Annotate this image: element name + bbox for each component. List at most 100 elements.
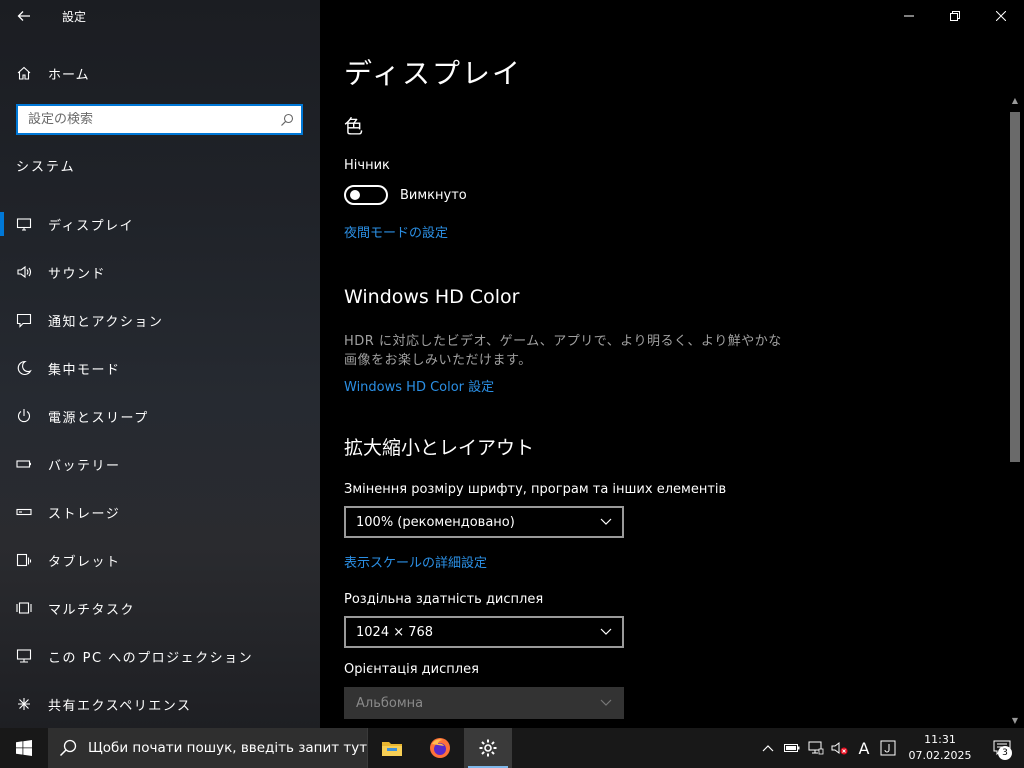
sidebar-item-storage[interactable]: ストレージ <box>0 488 320 536</box>
home-link[interactable]: ホーム <box>0 56 320 90</box>
hd-desc-line1: HDR に対応したビデオ、ゲーム、アプリで、より明るく、より鮮やかな <box>344 334 782 349</box>
taskbar-search-placeholder: Щоби почати пошук, введіть запит тут <box>87 740 367 756</box>
sidebar-item-label: ディスプレイ <box>48 218 135 234</box>
scale-layout-heading: 拡大縮小とレイアウト <box>344 437 535 459</box>
projection-icon <box>0 648 48 664</box>
moon-icon <box>0 360 48 376</box>
sidebar-item-projection[interactable]: この PC へのプロジェクション <box>0 632 320 680</box>
night-light-settings-link[interactable]: 夜間モードの設定 <box>344 222 448 241</box>
multitask-icon <box>0 600 48 616</box>
orientation-value: Альбомна <box>356 695 424 711</box>
system-tray: A 11:31 07.02.2025 3 <box>756 728 1024 768</box>
file-explorer-icon <box>382 742 402 756</box>
scroll-thumb[interactable] <box>1010 112 1020 462</box>
power-icon <box>0 408 48 424</box>
section-title: システム <box>16 160 76 175</box>
firefox-icon <box>430 738 450 758</box>
scrollbar[interactable]: ▲ ▼ <box>1008 96 1020 728</box>
taskbar-search[interactable]: Щоби почати пошук, введіть запит тут <box>48 728 368 768</box>
chevron-down-icon <box>600 628 612 635</box>
sidebar-item-label: ストレージ <box>48 506 121 522</box>
scale-value: 100% (рекомендовано) <box>356 514 515 530</box>
battery-icon[interactable] <box>780 728 804 768</box>
clock-date: 07.02.2025 <box>908 749 972 762</box>
sidebar-item-label: バッテリー <box>48 458 121 474</box>
toggle-knob <box>350 190 360 200</box>
orientation-dropdown: Альбомна <box>344 687 624 719</box>
restore-button[interactable] <box>932 0 978 32</box>
action-center-button[interactable]: 3 <box>980 728 1024 768</box>
close-icon <box>996 11 1006 21</box>
clock[interactable]: 11:31 07.02.2025 <box>900 732 980 764</box>
orientation-label: Орієнтація дисплея <box>344 662 479 677</box>
clock-time: 11:31 <box>924 733 956 746</box>
home-icon <box>0 65 48 81</box>
network-icon[interactable] <box>804 728 828 768</box>
scroll-down-icon[interactable]: ▼ <box>1008 716 1022 728</box>
sidebar: 設定 ホーム システム ディスプレイ サウンド <box>0 0 320 728</box>
hd-color-settings-link[interactable]: Windows HD Color 設定 <box>344 376 494 395</box>
speaker-icon <box>0 264 48 280</box>
sidebar-item-shared-experiences[interactable]: 共有エクスペリエンス <box>0 680 320 728</box>
sidebar-item-label: 共有エクスペリエンス <box>48 698 192 714</box>
page-title: ディスプレイ <box>344 57 523 90</box>
settings-window: 設定 ホーム システム ディスプレイ サウンド <box>0 0 1024 768</box>
sidebar-item-battery[interactable]: バッテリー <box>0 440 320 488</box>
close-button[interactable] <box>978 0 1024 32</box>
minimize-icon <box>904 15 914 17</box>
night-light-state: Вимкнуто <box>400 188 467 203</box>
back-button[interactable] <box>0 0 48 32</box>
hd-desc-line2: 画像をお楽しみいただけます。 <box>344 353 532 368</box>
window-controls <box>886 0 1024 32</box>
sidebar-nav: ディスプレイ サウンド 通知とアクション 集中モード 電源とスリープ バッテリー <box>0 200 320 728</box>
sidebar-item-label: 通知とアクション <box>48 314 164 330</box>
sidebar-item-label: 集中モード <box>48 362 121 378</box>
taskbar-settings[interactable] <box>464 728 512 768</box>
advanced-scaling-link[interactable]: 表示スケールの詳細設定 <box>344 552 487 571</box>
monitor-icon <box>0 216 48 232</box>
sidebar-item-multitasking[interactable]: マルチタスク <box>0 584 320 632</box>
scale-dropdown[interactable]: 100% (рекомендовано) <box>344 506 624 538</box>
resolution-label: Роздільна здатність дисплея <box>344 592 544 607</box>
hd-color-heading: Windows HD Color <box>344 286 520 308</box>
taskbar-firefox[interactable] <box>416 728 464 768</box>
settings-search[interactable] <box>16 104 303 135</box>
taskbar-file-explorer[interactable] <box>368 728 416 768</box>
sidebar-item-notifications[interactable]: 通知とアクション <box>0 296 320 344</box>
title-bar: 設定 <box>0 0 320 32</box>
sidebar-item-sound[interactable]: サウンド <box>0 248 320 296</box>
settings-search-input[interactable] <box>18 112 273 127</box>
color-heading: 色 <box>344 116 364 138</box>
chevron-down-icon <box>600 518 612 525</box>
share-icon <box>0 696 48 712</box>
ime-indicator[interactable]: A <box>852 728 876 768</box>
chevron-down-icon <box>600 699 612 706</box>
sidebar-item-display[interactable]: ディスプレイ <box>0 200 320 248</box>
taskbar: Щоби почати пошук, введіть запит тут A 1… <box>0 728 1024 768</box>
notification-icon <box>0 312 48 328</box>
scale-label: Змінення розміру шрифту, програм та інши… <box>344 482 727 497</box>
minimize-button[interactable] <box>886 0 932 32</box>
restore-icon <box>950 11 960 21</box>
scroll-up-icon[interactable]: ▲ <box>1008 96 1022 108</box>
start-button[interactable] <box>0 728 48 768</box>
notification-badge: 3 <box>998 746 1012 760</box>
search-icon <box>48 739 88 757</box>
chevron-up-icon[interactable] <box>756 728 780 768</box>
ime-mode-icon[interactable] <box>876 728 900 768</box>
night-light-toggle[interactable] <box>344 185 388 205</box>
sidebar-item-label: タブレット <box>48 554 121 570</box>
content-pane: ディスプレイ 色 Нічник Вимкнуто 夜間モードの設定 Window… <box>320 0 1024 728</box>
sidebar-item-label: サウンド <box>48 266 107 282</box>
resolution-dropdown[interactable]: 1024 × 768 <box>344 616 624 648</box>
resolution-value: 1024 × 768 <box>356 624 434 640</box>
sidebar-item-tablet[interactable]: タブレット <box>0 536 320 584</box>
sidebar-item-focus[interactable]: 集中モード <box>0 344 320 392</box>
search-icon <box>273 113 301 127</box>
back-arrow-icon <box>17 11 30 21</box>
home-label: ホーム <box>48 67 90 83</box>
volume-muted-icon[interactable] <box>828 728 852 768</box>
hd-color-description: HDR に対応したビデオ、ゲーム、アプリで、より明るく、より鮮やかな 画像をお楽… <box>344 332 814 370</box>
sidebar-item-power[interactable]: 電源とスリープ <box>0 392 320 440</box>
storage-icon <box>0 504 48 520</box>
